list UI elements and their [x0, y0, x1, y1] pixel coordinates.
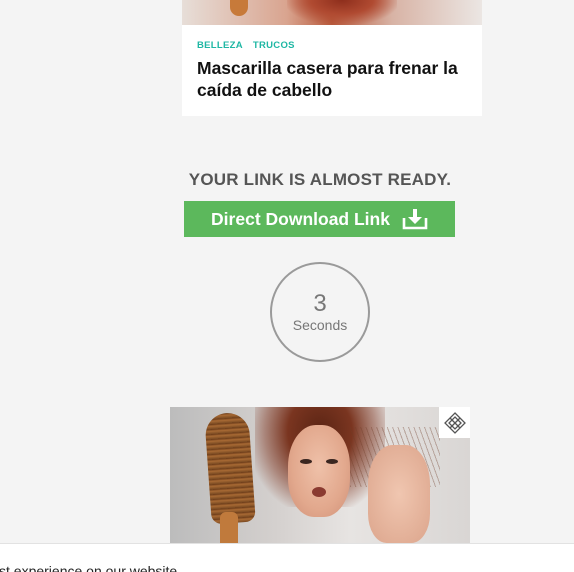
advertisement-image[interactable] — [170, 407, 470, 543]
ad-hairbrush — [204, 411, 256, 525]
ad-face — [288, 425, 350, 517]
download-icon — [402, 208, 428, 230]
ad-hand — [368, 445, 430, 543]
ad-choices-icon[interactable] — [439, 407, 470, 438]
link-ready-heading: YOUR LINK IS ALMOST READY. — [188, 170, 452, 189]
article-thumbnail[interactable] — [182, 0, 482, 25]
article-tags: BELLEZA TRUCOS — [197, 40, 302, 51]
direct-download-label: Direct Download Link — [211, 208, 390, 229]
ad-brush-handle — [220, 512, 238, 543]
ad-mouth — [312, 487, 326, 497]
article-card[interactable]: BELLEZA TRUCOS Mascarilla casera para fr… — [182, 0, 482, 116]
thumbnail-hair — [287, 0, 397, 25]
countdown-timer: 3 Seconds — [270, 262, 370, 362]
cookie-consent-bar: st experience on our website. — [0, 543, 574, 572]
ad-eye-left — [300, 459, 312, 464]
countdown-unit: Seconds — [292, 316, 348, 333]
ad-eye-right — [326, 459, 338, 464]
tag-trucos[interactable]: TRUCOS — [253, 40, 295, 51]
article-title[interactable]: Mascarilla casera para frenar la caída d… — [197, 57, 477, 101]
thumbnail-brush — [230, 0, 248, 16]
direct-download-button[interactable]: Direct Download Link — [184, 201, 455, 237]
tag-belleza[interactable]: BELLEZA — [197, 40, 243, 51]
countdown-value: 3 — [313, 289, 327, 317]
